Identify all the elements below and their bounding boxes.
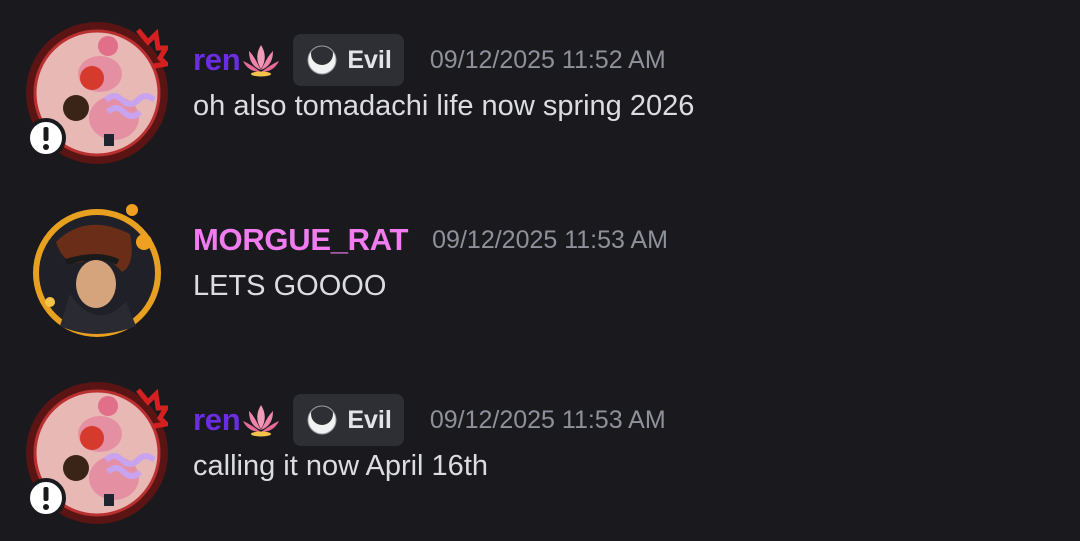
message: ren Evil 09/12/2025 11:52 AM oh also tom… bbox=[0, 0, 1080, 180]
username[interactable]: ren bbox=[193, 42, 241, 78]
warning-icon bbox=[26, 118, 66, 158]
timestamp: 09/12/2025 11:53 AM bbox=[429, 405, 666, 434]
role-tag[interactable]: Evil bbox=[293, 34, 404, 86]
crescent-moon-icon bbox=[307, 43, 337, 75]
avatar[interactable] bbox=[26, 202, 168, 344]
lotus-emoji bbox=[243, 405, 280, 437]
timestamp: 09/12/2025 11:52 AM bbox=[429, 45, 666, 74]
message: MORGUE_RAT 09/12/2025 11:53 AM LETS GOOO… bbox=[0, 180, 1080, 360]
role-tag[interactable]: Evil bbox=[293, 394, 404, 446]
timestamp: 09/12/2025 11:53 AM bbox=[432, 225, 668, 254]
warning-icon bbox=[26, 478, 66, 518]
message: ren Evil 09/12/2025 11:53 AM calling it … bbox=[0, 360, 1080, 541]
message-text: oh also tomadachi life now spring 2026 bbox=[193, 90, 695, 122]
crescent-moon-icon bbox=[307, 403, 337, 435]
lotus-emoji bbox=[243, 45, 280, 77]
message-text: LETS GOOOO bbox=[193, 270, 387, 302]
avatar[interactable] bbox=[26, 22, 168, 164]
username[interactable]: MORGUE_RAT bbox=[193, 222, 408, 258]
username[interactable]: ren bbox=[193, 402, 241, 438]
tag-label: Evil bbox=[347, 405, 392, 434]
tag-label: Evil bbox=[347, 45, 392, 74]
message-text: calling it now April 16th bbox=[193, 450, 488, 482]
avatar[interactable] bbox=[26, 382, 168, 524]
